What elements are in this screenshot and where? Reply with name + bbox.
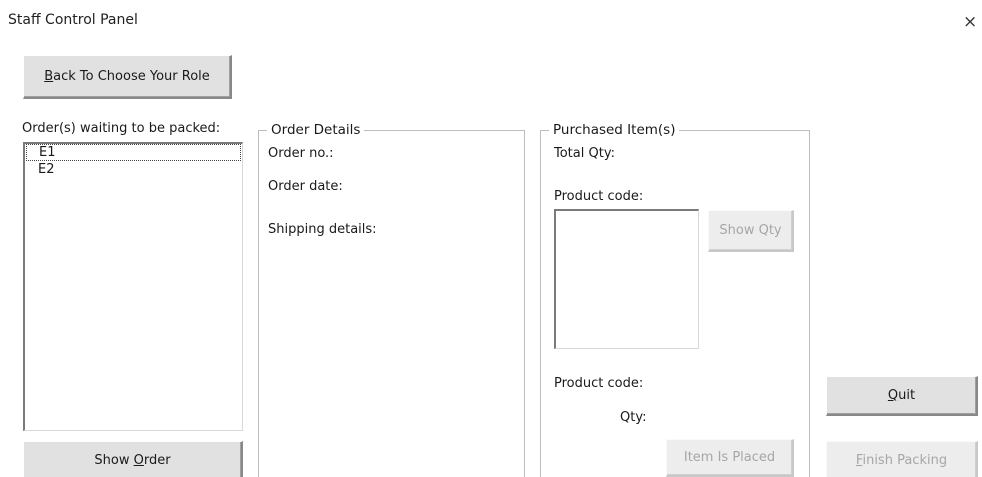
total-qty-label: Total Qty: <box>554 146 615 161</box>
shipping-details-label: Shipping details: <box>268 222 377 237</box>
show-order-pre: Show <box>94 453 134 468</box>
order-details-title: Order Details <box>267 122 365 138</box>
show-order-rest: rder <box>143 453 171 468</box>
show-qty-button[interactable]: Show Qty <box>708 210 794 252</box>
quit-accel: Q <box>887 388 899 403</box>
show-order-button[interactable]: Show Order <box>23 441 243 477</box>
order-date-label: Order date: <box>268 179 343 194</box>
purchased-items-title: Purchased Item(s) <box>549 122 680 138</box>
orders-listbox[interactable]: E1 E2 <box>23 142 243 431</box>
show-qty-label: Show Qty <box>719 223 782 238</box>
quit-label: uit <box>898 388 916 403</box>
finish-packing-button[interactable]: Finish Packing <box>826 441 978 477</box>
list-item[interactable]: E1 <box>26 144 241 161</box>
order-no-label: Order no.: <box>268 146 334 161</box>
product-code-value-label: Product code: <box>554 376 644 391</box>
qty-label: Qty: <box>620 410 647 425</box>
list-item[interactable]: E2 <box>25 161 242 178</box>
item-is-placed-label: Item Is Placed <box>683 450 776 465</box>
item-is-placed-button[interactable]: Item Is Placed <box>666 439 794 477</box>
quit-button[interactable]: Quit <box>826 376 978 416</box>
product-code-label: Product code: <box>554 189 644 204</box>
show-order-accel: O <box>133 453 144 468</box>
back-button-label: ack To Choose Your Role <box>53 69 210 84</box>
window-title: Staff Control Panel <box>8 12 138 28</box>
close-icon[interactable]: × <box>963 14 977 31</box>
back-button-accel: B <box>44 69 54 84</box>
orders-waiting-label: Order(s) waiting to be packed: <box>22 121 221 136</box>
finish-packing-label: inish Packing <box>862 453 948 468</box>
back-to-choose-role-button[interactable]: Back To Choose Your Role <box>23 55 232 99</box>
product-code-listbox[interactable] <box>554 209 699 349</box>
